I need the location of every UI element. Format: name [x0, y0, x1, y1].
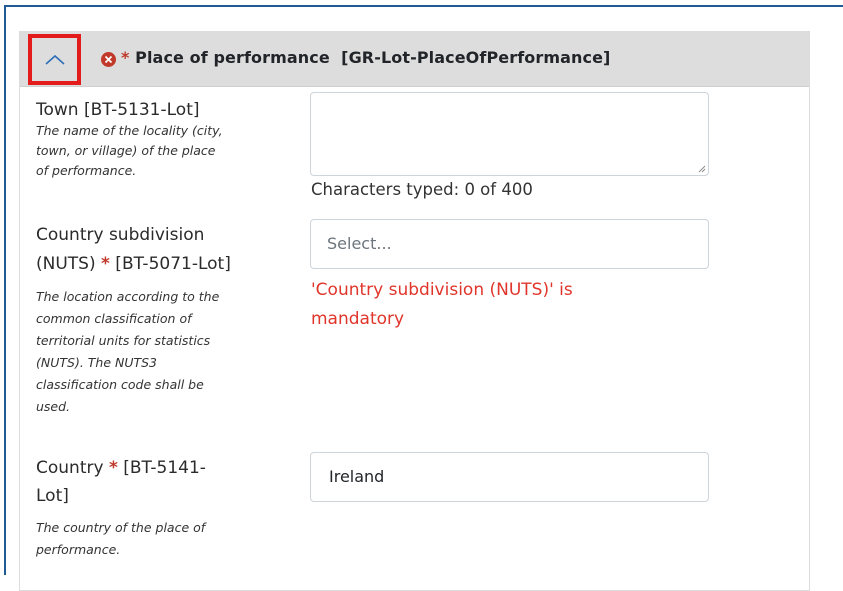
chevron-up-icon: [45, 54, 65, 65]
collapse-button[interactable]: [28, 34, 81, 85]
nuts-label-code: [BT-5071-Lot]: [109, 254, 231, 274]
country-value: Ireland: [329, 467, 385, 486]
nuts-error-line-1: 'Country subdivision (NUTS)' is: [311, 280, 573, 300]
town-help-line-3: of performance.: [36, 163, 137, 178]
nuts-help-line-6: used.: [36, 399, 71, 414]
nuts-label-line-2: (NUTS) * [BT-5071-Lot]: [36, 252, 231, 277]
nuts-required-marker: *: [101, 254, 110, 274]
country-help-line-1: The country of the place of: [36, 520, 206, 535]
country-label-line-2: Lot]: [36, 486, 69, 506]
nuts-select[interactable]: Select...: [310, 219, 709, 269]
nuts-select-placeholder: Select...: [327, 234, 392, 253]
nuts-label-line-1: Country subdivision: [36, 225, 205, 245]
panel-header: * Place of performance [GR-Lot-PlaceOfPe…: [20, 32, 809, 87]
nuts-label-text: (NUTS): [36, 254, 102, 274]
town-label: Town [BT-5131-Lot]: [36, 100, 200, 120]
nuts-help-line-3: territorial units for statistics: [36, 333, 211, 348]
required-marker: *: [121, 48, 130, 67]
nuts-help-line-2: common classification of: [36, 311, 192, 326]
nuts-help-line-5: classification code shall be: [36, 377, 204, 392]
country-label-text: Country: [36, 458, 109, 478]
nuts-error-line-2: mandatory: [311, 309, 405, 329]
country-label-line-1: Country * [BT-5141-: [36, 456, 206, 481]
town-help-line-1: The name of the locality (city,: [36, 123, 223, 138]
nuts-help-line-1: The location according to the: [36, 289, 220, 304]
section-title: * Place of performance [GR-Lot-PlaceOfPe…: [121, 48, 610, 67]
country-required-marker: *: [108, 458, 118, 478]
error-circle-icon: [101, 52, 116, 67]
country-input[interactable]: Ireland: [310, 452, 709, 502]
resize-grip-icon[interactable]: [698, 165, 706, 173]
town-character-counter: Characters typed: 0 of 400: [311, 180, 533, 199]
nuts-error-message: 'Country subdivision (NUTS)' is mandator…: [311, 276, 671, 334]
country-help-line-2: performance.: [36, 542, 121, 557]
nuts-help-line-4: (NUTS). The NUTS3: [36, 355, 158, 370]
country-label-code: [BT-5141-: [117, 458, 206, 478]
town-help-line-2: town, or village) of the place: [36, 143, 216, 158]
town-textarea[interactable]: [310, 92, 709, 176]
section-title-text: Place of performance [GR-Lot-PlaceOfPerf…: [135, 48, 611, 67]
